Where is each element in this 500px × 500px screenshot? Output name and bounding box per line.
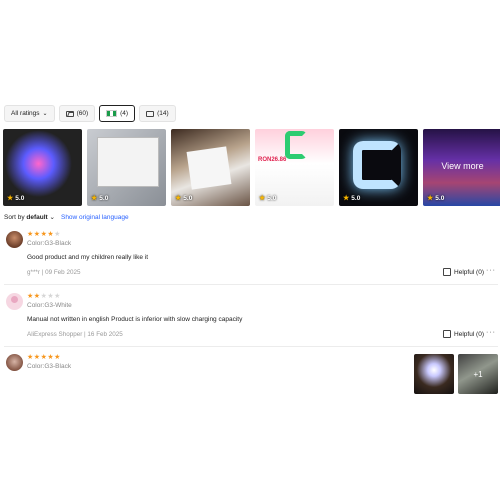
photo-rating: ★ 5.0 [343,194,361,203]
review-variant: Color:G3-White [27,302,72,309]
avatar-head [11,296,18,303]
gallery-photo[interactable]: ★ 5.0 [171,129,250,206]
chevron-down-icon: ⌄ [49,214,55,221]
helpful-button[interactable]: Helpful (0) [443,330,484,338]
product-shape-image [285,131,307,159]
more-options-icon[interactable]: ··· [486,329,496,336]
star-rating: ★★★★★ [27,292,61,300]
photo-rating: ★ 5.0 [175,194,193,203]
review-divider [4,284,498,285]
all-ratings-label: All ratings [11,110,40,117]
gallery-photo[interactable]: ★ 5.0 [87,129,166,206]
review-item: ★★★★★ Color:G3-Black +1 [4,352,498,402]
star-icon: ★ [91,195,98,202]
review-photo-more[interactable]: +1 [458,354,498,394]
country-count: (4) [120,110,129,117]
photo-rating: ★ 5.0 [7,194,25,203]
star-icon: ★ [33,231,41,238]
avatar [6,354,23,371]
star-icon: ★ [33,293,41,300]
star-icon: ★ [27,231,34,238]
photo-rating-value: 5.0 [183,194,193,202]
nigeria-flag-icon [106,110,118,117]
review-item: ★★★★★ Color:G3-White Manual not written … [4,291,498,346]
sort-dropdown[interactable]: Sort by default ⌄ [4,213,55,221]
photo-rating-value: 5.0 [15,194,25,202]
thumbs-up-icon [443,330,452,338]
star-icon: ★ [54,293,61,300]
review-text: Manual not written in english Product is… [27,316,243,323]
package-image [186,146,232,190]
review-photo[interactable] [414,354,454,394]
view-more-label: View more [441,161,484,171]
star-icon: ★ [427,195,434,202]
review-item: ★★★★★ Color:G3-Black Good product and my… [4,229,498,284]
star-icon: ★ [175,195,182,202]
glowing-lamp-image [353,141,401,189]
helpful-label: Helpful (0) [454,268,484,276]
sort-prefix: Sort by [4,214,25,221]
review-text: Good product and my children really like… [27,254,149,261]
comment-icon [146,110,155,117]
review-variant: Color:G3-Black [27,240,72,247]
all-ratings-dropdown[interactable]: All ratings ⌄ [4,105,55,122]
review-photo-gallery: ★ 5.0 ★ 5.0 ★ 5.0 RON26.86 ★ 5.0 ★ 5.0 View m… [3,129,500,206]
helpful-label: Helpful (0) [454,330,484,338]
photo-rating-value: 5.0 [351,194,361,202]
product-label-image [97,137,159,187]
photo-rating: ★ 5.0 [91,194,109,203]
chevron-down-icon: ⌄ [42,111,48,117]
gallery-photo[interactable]: ★ 5.0 [339,129,418,206]
star-icon: ★ [27,354,34,361]
sort-bar: Sort by default ⌄ Show original language [4,213,129,222]
filter-with-comments[interactable]: (14) [139,105,176,122]
photo-icon [65,110,74,117]
avatar [6,231,23,248]
review-variant: Color:G3-Black [27,363,72,370]
gallery-view-more[interactable]: View more ★ 5.0 [423,129,500,206]
avatar [6,293,23,310]
star-icon: ★ [33,354,41,361]
review-filters: All ratings ⌄ (60) (4) (14) [4,105,176,122]
gallery-photo[interactable]: ★ 5.0 [3,129,82,206]
photo-rating-value: 5.0 [435,194,445,202]
photo-rating-value: 5.0 [99,194,109,202]
extra-photos-count: +1 [458,354,498,394]
review-meta: g***r | 09 Feb 2025 [27,269,81,276]
more-options-icon[interactable]: ··· [486,267,496,274]
comments-count: (14) [157,110,169,117]
photo-rating-value: 5.0 [267,194,277,202]
filter-country[interactable]: (4) [99,105,136,122]
star-icon: ★ [7,195,14,202]
gallery-photo[interactable]: RON26.86 ★ 5.0 [255,129,334,206]
star-icon: ★ [343,195,350,202]
star-icon: ★ [54,354,61,361]
show-original-language-link[interactable]: Show original language [61,214,129,221]
photo-rating: ★ 5.0 [259,194,277,203]
star-icon: ★ [259,195,266,202]
helpful-button[interactable]: Helpful (0) [443,268,484,276]
star-rating: ★★★★★ [27,353,61,361]
review-meta: AliExpress Shopper | 16 Feb 2025 [27,331,123,338]
screenshot-price: RON26.86 [258,157,287,163]
star-icon: ★ [54,231,61,238]
thumbs-up-icon [443,268,452,276]
photo-rating: ★ 5.0 [427,194,445,203]
photos-count: (60) [76,110,89,117]
review-divider [4,346,498,347]
star-icon: ★ [27,293,34,300]
filter-with-photos[interactable]: (60) [58,105,96,122]
star-rating: ★★★★★ [27,230,61,238]
sort-value: default [26,214,48,221]
